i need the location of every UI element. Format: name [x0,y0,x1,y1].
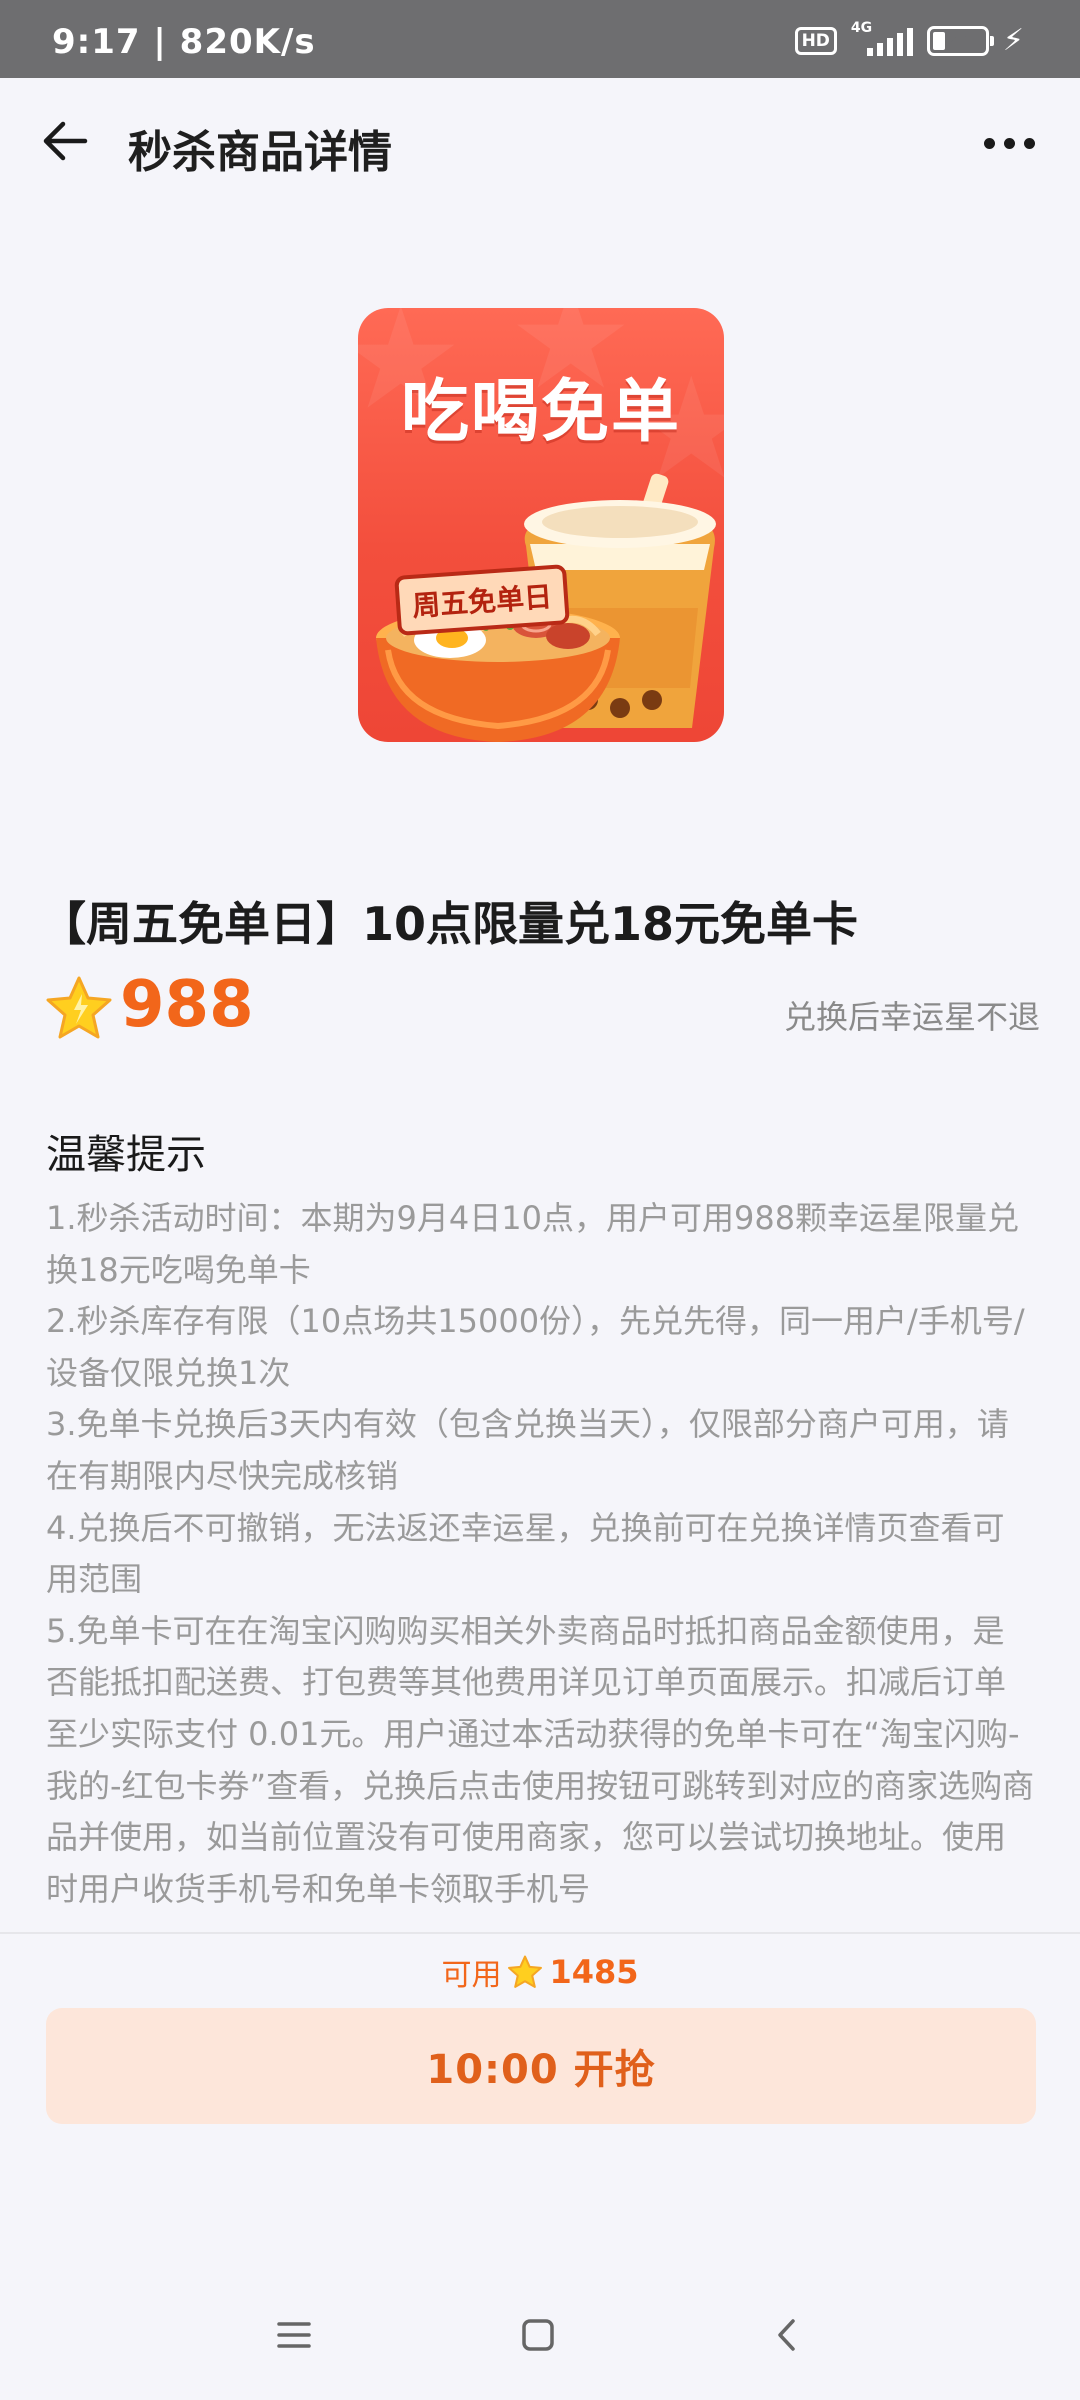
tip-item: 5.免单卡可在在淘宝闪购购买相关外卖商品时抵扣商品金额使用，是否能抵扣配送费、打… [46,1611,1035,1908]
back-button[interactable] [38,114,92,168]
charging-icon: ⚡ [1002,23,1024,58]
battery-icon: 23 [926,26,994,56]
price-note: 兑换后幸运星不退 [783,998,1040,1036]
system-back-button[interactable] [756,2310,816,2360]
product-name: 【周五免单日】10点限量兑18元免单卡 [40,897,859,951]
more-button[interactable] [974,118,1044,168]
image-title: 吃喝免单 [400,373,681,452]
price-row: 988 兑换后幸运星不退 [44,968,1040,1048]
home-button[interactable] [508,2310,568,2360]
tip-item: 1.秒杀活动时间：本期为9月4日10点，用户可用988颗幸运星限量兑换18元吃喝… [46,1199,1020,1289]
more-dots-icon [983,137,995,149]
lucky-star-icon [508,1955,543,1988]
hd-icon: HD [794,27,837,55]
menu-icon [277,2322,311,2348]
back-icon [778,2319,795,2351]
image-badge: 周五免单日 [394,564,570,636]
price-value: 988 [120,968,254,1042]
system-nav-bar [0,2290,1080,2380]
lucky-star-icon [46,976,112,1039]
battery-level: 23 [944,27,972,51]
status-bar: 9:17 | 820K/s HD 4G 23 ⚡ [0,0,1080,78]
tip-item: 2.秒杀库存有限（10点场共15000份），先兑先得，同一用户/手机号/设备仅限… [46,1302,1025,1392]
tips-title: 温馨提示 [46,1132,206,1178]
available-value: 1485 [549,1953,639,1991]
status-icons: HD 4G 23 ⚡ [794,20,1024,58]
available-label: 可用 [441,1958,502,1993]
tip-item: 4.兑换后不可撤销，无法返还幸运星，兑换前可在兑换详情页查看可用范围 [46,1508,1005,1599]
grab-button[interactable]: 10:00 开抢 [46,2008,1036,2124]
screen: 9:17 | 820K/s HD 4G 23 ⚡ 秒杀商品详情 ★ ★ ★ 吃喝… [0,0,1080,2400]
menu-button[interactable] [264,2310,324,2360]
arrow-left-icon [43,121,88,161]
bottom-panel: 可用 1485 10:00 开抢 [0,1932,1080,2184]
status-time: 9:17 | 820K/s [52,22,316,62]
product-image: ★ ★ ★ 吃喝免单 周五免单日 [358,308,724,742]
grab-button-label: 10:00 开抢 [426,2047,656,2093]
tips-list[interactable]: 1.秒杀活动时间：本期为9月4日10点，用户可用988颗幸运星限量兑换18元吃喝… [46,1193,1036,1933]
home-icon [522,2319,554,2351]
signal-icon: 4G [851,20,913,58]
page-title: 秒杀商品详情 [128,127,392,178]
tip-item: 3.免单卡兑换后3天内有效（包含兑换当天），仅限部分商户可用，请在有期限内尽快完… [46,1405,1009,1495]
available-balance: 可用 1485 [0,1950,1080,1994]
nav-bar: 秒杀商品详情 [0,78,1080,204]
